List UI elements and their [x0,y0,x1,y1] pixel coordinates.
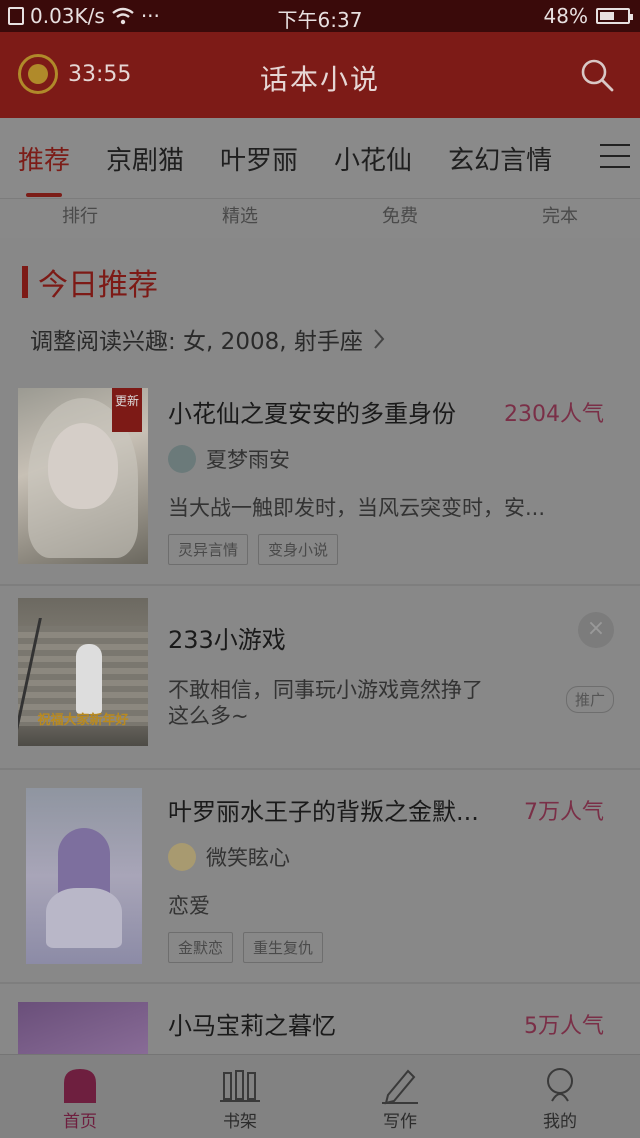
nav-bookshelf[interactable]: 书架 [160,1055,320,1138]
section-title: 今日推荐 [38,268,158,303]
ad-item[interactable]: 祝福大家新年好 233小游戏 × 不敢相信，同事玩小游戏竟然挣了 这么多~ 推广 [0,586,640,770]
nav-label: 首页 [63,1112,97,1132]
subnav-free[interactable]: 免费 [320,199,480,238]
ad-cover[interactable]: 祝福大家新年好 [18,598,148,746]
tab-recommend[interactable]: 推荐 [18,140,70,197]
nav-write[interactable]: 写作 [320,1055,480,1138]
battery-icon [596,8,633,24]
ad-description-line2: 这么多~ [168,704,249,728]
tag-list: 金默恋 重生复仇 [168,932,324,963]
menu-icon[interactable] [600,144,630,168]
tab-fantasy-romance[interactable]: 玄幻言情 [448,140,552,177]
avatar [168,843,196,871]
tab-xiaohuaxian[interactable]: 小花仙 [334,140,412,177]
book-description: 恋爱 [168,894,210,918]
book-description: 当大战一触即发时，当风云突变时，安... [168,496,546,520]
subnav-featured[interactable]: 精选 [160,199,320,238]
book-cover[interactable]: 更新 [18,388,148,564]
nav-me[interactable]: 我的 [480,1055,640,1138]
pen-icon [382,1069,418,1105]
book-title[interactable]: 小花仙之夏安安的多重身份 [168,394,456,429]
tag[interactable]: 灵异言情 [168,534,249,565]
ad-cover-caption: 祝福大家新年好 [37,713,129,728]
tab-yeluoli[interactable]: 叶罗丽 [220,140,298,177]
battery-percent: 48% [543,4,588,28]
tag[interactable]: 变身小说 [258,534,339,565]
close-icon[interactable]: × [578,612,614,648]
book-item[interactable]: 小马宝莉之暮忆 5万人气 [0,984,640,1054]
nav-label: 我的 [543,1112,577,1132]
sub-nav: 排行 精选 免费 完本 [0,198,640,238]
tag[interactable]: 重生复仇 [243,932,324,963]
status-bar: 0.03K/s ··· 下午6:37 48% [0,0,640,32]
ad-label: 推广 [565,686,614,713]
avatar [168,445,196,473]
book-cover[interactable] [26,788,142,964]
nav-label: 书架 [223,1112,257,1132]
category-tabs: 推荐 京剧猫 叶罗丽 小花仙 玄幻言情 [0,118,640,198]
update-badge: 更新 [112,388,142,432]
author: 微笑眩心 [168,842,290,872]
book-item[interactable]: 更新 小花仙之夏安安的多重身份 2304人气 夏梦雨安 当大战一触即发时，当风云… [0,372,640,586]
book-item[interactable]: 叶罗丽水王子的背叛之金默... 7万人气 微笑眩心 恋爱 金默恋 重生复仇 [0,770,640,984]
tab-jingjumao[interactable]: 京剧猫 [106,140,184,177]
subnav-ranking[interactable]: 排行 [0,199,160,238]
tag[interactable]: 金默恋 [168,932,234,963]
interest-text: 调整阅读兴趣: 女, 2008, 射手座 [30,329,363,355]
ad-title[interactable]: 233小游戏 [168,620,286,655]
app-title: 话本小说 [259,63,380,96]
home-icon [64,1069,96,1103]
chevron-right-icon [374,329,385,349]
popularity: 7万人气 [524,800,604,825]
section-accent-bar [22,266,28,298]
popularity: 2304人气 [504,402,604,427]
tag-list: 灵异言情 变身小说 [168,534,339,565]
bottom-nav: 首页 书架 写作 我的 [0,1054,640,1138]
reading-interest-link[interactable]: 调整阅读兴趣: 女, 2008, 射手座 [30,322,385,356]
bookshelf-icon [220,1070,260,1102]
app-header: 33:55 话本小说 [0,32,640,118]
nav-label: 写作 [383,1112,417,1132]
book-title[interactable]: 叶罗丽水王子的背叛之金默... [168,792,479,827]
section-heading: 今日推荐 [22,260,158,304]
popularity: 5万人气 [524,1014,604,1039]
author-name: 夏梦雨安 [206,448,290,472]
search-icon[interactable] [580,58,614,92]
book-title[interactable]: 小马宝莉之暮忆 [168,1006,336,1041]
book-cover[interactable] [18,1002,148,1054]
user-icon [547,1068,573,1102]
subnav-completed[interactable]: 完本 [480,199,640,238]
nav-home[interactable]: 首页 [0,1055,160,1138]
author-name: 微笑眩心 [206,846,290,870]
author: 夏梦雨安 [168,444,290,474]
